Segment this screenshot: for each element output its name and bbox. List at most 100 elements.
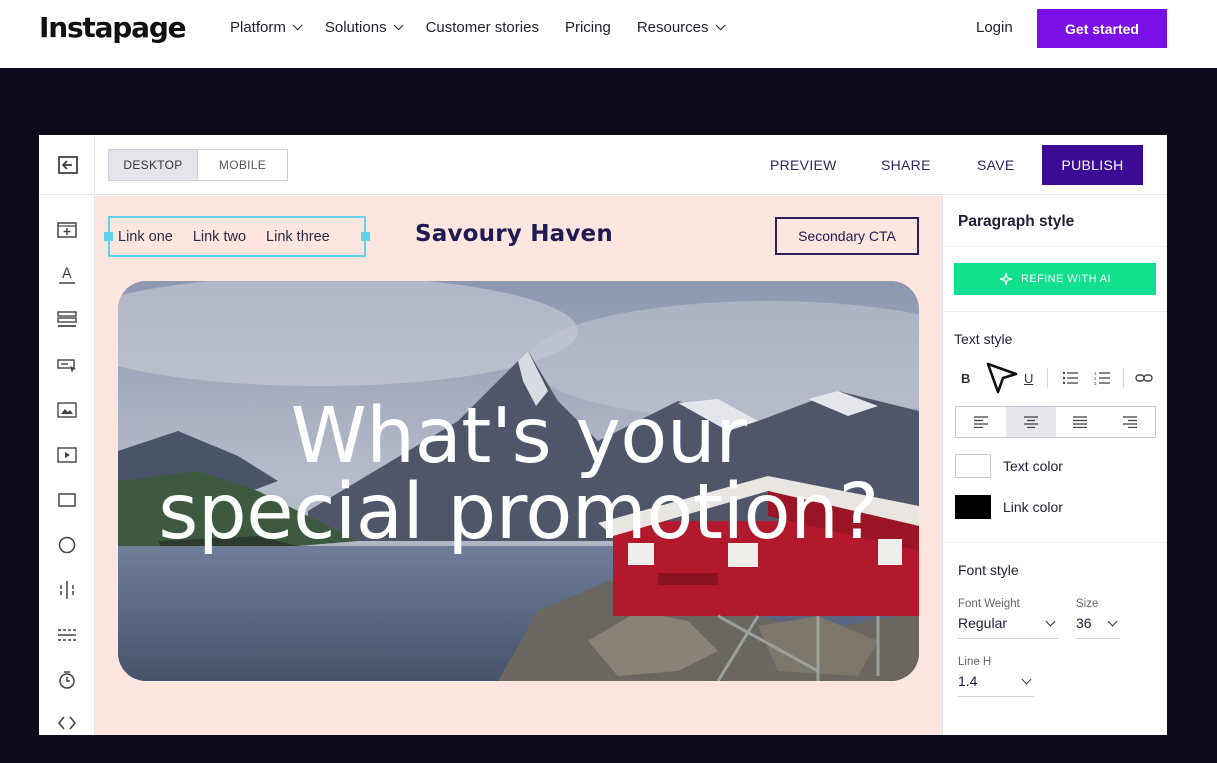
- font-style-heading: Font style: [958, 562, 1019, 578]
- align-right-button[interactable]: [1105, 407, 1155, 437]
- font-size-value: 36: [1076, 615, 1092, 631]
- chevron-down-icon: [715, 20, 726, 31]
- align-justify-button[interactable]: [1056, 407, 1106, 437]
- button-icon[interactable]: [57, 355, 77, 375]
- hero-headline[interactable]: What's your special promotion?: [118, 392, 919, 557]
- line-height-label: Line H: [958, 656, 992, 668]
- nav-item-label: Pricing: [564, 19, 611, 36]
- svg-text:3: 3: [1094, 381, 1097, 385]
- line-height-select[interactable]: 1.4: [958, 673, 1034, 697]
- link-color-swatch[interactable]: [955, 495, 991, 519]
- nav-item-platform[interactable]: Platform: [230, 19, 303, 36]
- numbered-list-icon[interactable]: 123: [1094, 371, 1110, 385]
- divider: [943, 311, 1167, 312]
- cursor-arrow-icon: [986, 362, 1018, 394]
- svg-text:A: A: [62, 266, 72, 282]
- main-nav: Platform Solutions Customer stories Pric…: [230, 19, 748, 36]
- divider-icon[interactable]: [57, 625, 77, 645]
- hero-line-1: What's your: [290, 392, 747, 481]
- view-toggle: DESKTOP MOBILE: [108, 149, 288, 181]
- line-height-value: 1.4: [958, 673, 978, 689]
- bold-button[interactable]: B: [961, 371, 970, 386]
- refine-with-ai-button[interactable]: REFINE WITH AI: [954, 263, 1156, 295]
- toolbar-divider: [1047, 368, 1048, 388]
- hero-line-2: special promotion?: [158, 468, 879, 557]
- nav-item-resources[interactable]: Resources: [636, 19, 726, 36]
- selected-links-element[interactable]: Link one Link two Link three: [104, 216, 370, 257]
- mobile-view-button[interactable]: MOBILE: [198, 150, 287, 180]
- site-header: Instapage Platform Solutions Customer st…: [0, 0, 1217, 68]
- ai-button-label: REFINE WITH AI: [1021, 273, 1111, 285]
- chevron-down-icon: [1021, 674, 1032, 685]
- bullet-list-icon[interactable]: [1062, 371, 1078, 385]
- text-style-heading: Text style: [954, 331, 1013, 347]
- link-color-label: Link color: [1003, 499, 1063, 515]
- alignment-group: [955, 406, 1156, 438]
- hero-image[interactable]: What's your special promotion?: [118, 281, 919, 681]
- image-icon[interactable]: [57, 400, 77, 420]
- align-center-icon: [1023, 416, 1038, 428]
- divider: [943, 246, 1167, 247]
- page-editor: DESKTOP MOBILE PREVIEW SHARE SAVE PUBLIS…: [39, 135, 1167, 735]
- editor-toolbar: DESKTOP MOBILE PREVIEW SHARE SAVE PUBLIS…: [39, 135, 1167, 195]
- chevron-down-icon: [393, 20, 404, 31]
- chevron-down-icon: [1045, 616, 1056, 627]
- add-section-icon[interactable]: [57, 220, 77, 240]
- nav-item-label: Platform: [230, 19, 286, 36]
- font-weight-label: Font Weight: [958, 598, 1020, 610]
- login-link[interactable]: Login: [976, 19, 1013, 36]
- element-toolbar: A: [39, 196, 95, 735]
- size-label: Size: [1076, 598, 1099, 610]
- nav-item-label: Solutions: [324, 19, 387, 36]
- text-icon[interactable]: A: [57, 265, 77, 285]
- columns-icon[interactable]: [57, 580, 77, 600]
- preview-button[interactable]: PREVIEW: [770, 157, 837, 173]
- align-right-icon: [1123, 416, 1138, 428]
- video-icon[interactable]: [57, 445, 77, 465]
- form-icon[interactable]: [57, 310, 77, 330]
- panel-title: Paragraph style: [958, 213, 1075, 230]
- nav-link-three[interactable]: Link three: [266, 229, 330, 245]
- circle-icon[interactable]: [57, 535, 77, 555]
- sparkle-icon: [999, 272, 1013, 286]
- properties-panel: Paragraph style REFINE WITH AI Text styl…: [942, 196, 1167, 735]
- divider: [943, 542, 1167, 543]
- box-icon[interactable]: [57, 490, 77, 510]
- nav-item-customer-stories[interactable]: Customer stories: [426, 19, 539, 36]
- toolbar-divider: [1123, 368, 1124, 388]
- nav-link-two[interactable]: Link two: [193, 229, 246, 245]
- chevron-down-icon: [1107, 616, 1118, 627]
- publish-button[interactable]: PUBLISH: [1042, 145, 1143, 185]
- underline-button[interactable]: U: [1024, 371, 1033, 386]
- resize-handle-left[interactable]: [104, 232, 113, 241]
- secondary-cta-button[interactable]: Secondary CTA: [775, 217, 919, 255]
- font-size-select[interactable]: 36: [1076, 615, 1120, 639]
- instapage-logo[interactable]: Instapage: [39, 11, 187, 44]
- text-color-label: Text color: [1003, 458, 1063, 474]
- brand-name[interactable]: Savoury Haven: [415, 221, 613, 247]
- font-weight-select[interactable]: Regular: [958, 615, 1058, 639]
- align-left-icon: [973, 416, 988, 428]
- font-weight-value: Regular: [958, 615, 1008, 631]
- page-canvas[interactable]: Link one Link two Link three Savoury Hav…: [95, 196, 942, 735]
- exit-button[interactable]: [39, 135, 95, 195]
- code-icon[interactable]: [57, 713, 77, 733]
- nav-item-pricing[interactable]: Pricing: [565, 19, 611, 36]
- align-justify-icon: [1073, 416, 1088, 428]
- align-left-button[interactable]: [956, 407, 1006, 437]
- align-center-button[interactable]: [1005, 407, 1056, 437]
- timer-icon[interactable]: [57, 670, 77, 690]
- link-icon[interactable]: [1135, 372, 1153, 384]
- resize-handle-right[interactable]: [361, 232, 370, 241]
- text-color-swatch[interactable]: [955, 454, 991, 478]
- desktop-view-button[interactable]: DESKTOP: [109, 150, 198, 180]
- get-started-button[interactable]: Get started: [1037, 9, 1167, 48]
- save-button[interactable]: SAVE: [977, 157, 1015, 173]
- nav-item-label: Resources: [636, 19, 709, 36]
- nav-item-label: Customer stories: [425, 19, 539, 36]
- chevron-down-icon: [292, 20, 303, 31]
- exit-icon: [57, 156, 78, 174]
- nav-item-solutions[interactable]: Solutions: [324, 19, 404, 36]
- share-button[interactable]: SHARE: [881, 157, 931, 173]
- nav-link-one[interactable]: Link one: [118, 229, 173, 245]
